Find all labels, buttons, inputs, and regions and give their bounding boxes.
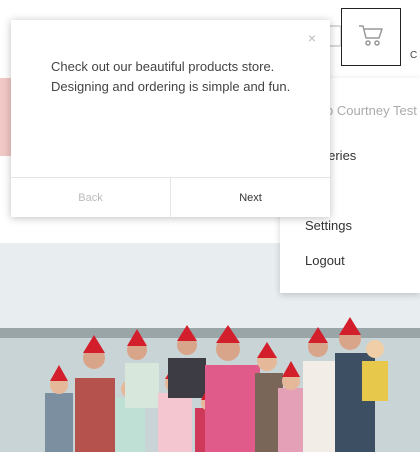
popover-footer: Back Next (11, 177, 330, 218)
popover-line-1: Check out our beautiful products store. (51, 59, 275, 74)
menu-item-logout[interactable]: Logout (305, 253, 345, 268)
popover-message: Check out our beautiful products store. … (51, 57, 301, 97)
tour-popover: × Check out our beautiful products store… (11, 20, 330, 218)
close-icon[interactable]: × (308, 30, 316, 46)
menu-greeting: o Courtney Test (326, 103, 417, 118)
cart-label: C (410, 50, 418, 61)
popover-line-2: Designing and ordering is simple and fun… (51, 79, 291, 94)
next-button[interactable]: Next (171, 178, 330, 218)
menu-item-settings[interactable]: Settings (305, 218, 352, 233)
back-button[interactable]: Back (11, 178, 171, 218)
phone-icon (328, 25, 342, 47)
cart-icon (358, 23, 384, 52)
cart-button[interactable] (341, 8, 401, 66)
